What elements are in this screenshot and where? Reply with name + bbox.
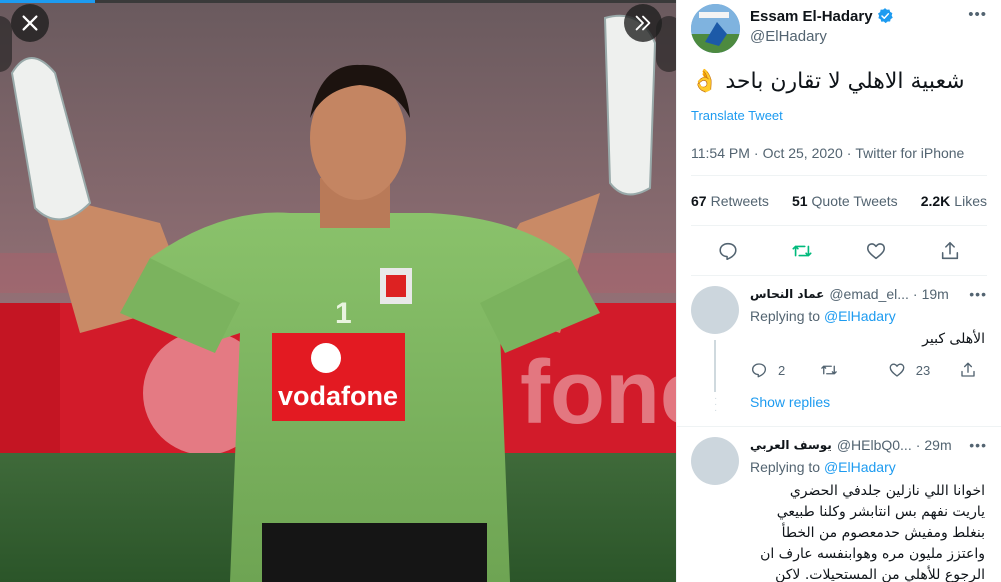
meta-separator: · — [753, 145, 759, 161]
close-icon — [22, 15, 38, 31]
share-button[interactable] — [939, 240, 961, 262]
tweet-time[interactable]: 11:54 PM — [691, 145, 750, 161]
reply-icon — [751, 363, 767, 378]
chevron-double-right-icon — [635, 15, 651, 31]
reply-header: عماد النحاس @emad_el... · 19m ••• — [750, 286, 987, 302]
retweet-button[interactable] — [791, 240, 813, 262]
reply-author-name[interactable]: يوسف العربي — [750, 438, 832, 452]
replying-to: Replying to @ElHadary — [750, 459, 987, 475]
reply-separator: · — [912, 286, 918, 302]
author-avatar[interactable] — [691, 4, 740, 53]
reply-body: عماد النحاس @emad_el... · 19m ••• Replyi… — [750, 286, 987, 380]
author-handle[interactable]: @ElHadary — [750, 28, 894, 45]
reply-avatar[interactable] — [691, 437, 739, 485]
meta-separator: · — [846, 145, 852, 161]
like-button[interactable] — [865, 240, 887, 262]
retweets-stat[interactable]: 67 Retweets — [691, 193, 769, 209]
reply-text-line: بنغلط ومفيش حدمعصوم من الخطأ — [781, 525, 985, 541]
tweet-panel: Essam El-Hadary @ElHadary ••• شعبية الاه… — [676, 0, 1001, 582]
tweet-actions — [691, 226, 987, 276]
author-name[interactable]: Essam El-Hadary — [750, 8, 873, 25]
reply-text-line: واعتزز مليون مره وهوابنفسه عارف ان — [760, 546, 985, 562]
tweet-detail: Essam El-Hadary @ElHadary ••• شعبية الاه… — [677, 0, 1001, 276]
reply-header: يوسف العربي @HElbQ0... · 29m ••• — [750, 437, 987, 453]
reply-author-handle[interactable]: @HElbQ0... — [837, 437, 912, 453]
reply-reply-count: 2 — [778, 362, 786, 378]
translate-tweet-link[interactable]: Translate Tweet — [691, 108, 783, 123]
tweet-text: شعبية الاهلي لا تقارن باحد 👌 — [691, 69, 965, 94]
author-name-line[interactable]: Essam El-Hadary — [750, 7, 894, 25]
reply-avatar[interactable] — [691, 286, 739, 334]
reply-more-button[interactable]: ••• — [969, 286, 987, 302]
quote-tweets-stat[interactable]: 51 Quote Tweets — [792, 193, 898, 209]
media-progress-fill — [0, 0, 95, 3]
tweet-source[interactable]: Twitter for iPhone — [855, 145, 964, 161]
replying-to-prefix: Replying to — [750, 459, 824, 475]
reply-like-button[interactable]: 23 — [888, 361, 959, 379]
tweet-author-row: Essam El-Hadary @ElHadary ••• — [691, 0, 987, 58]
share-icon — [961, 362, 975, 377]
close-button[interactable] — [11, 4, 49, 42]
author-names: Essam El-Hadary @ElHadary — [750, 4, 894, 45]
like-icon — [889, 363, 905, 377]
reply-author-name[interactable]: عماد النحاس — [750, 287, 824, 301]
reply-text: الأهلى كبير — [922, 331, 985, 347]
reply-time[interactable]: 29m — [924, 437, 951, 453]
reply-reply-button[interactable]: 2 — [750, 361, 820, 379]
reply-actions: 2 23 — [750, 360, 987, 380]
replying-to-prefix: Replying to — [750, 308, 824, 324]
reply-text-line: ياريت نفهم بس انتابشر وكلنا طبيعي — [776, 504, 985, 520]
quote-tweets-label: Quote Tweets — [811, 192, 898, 209]
reply-item[interactable]: عماد النحاس @emad_el... · 19m ••• Replyi… — [677, 276, 1001, 427]
likes-label: Likes — [954, 192, 987, 209]
verified-badge-icon — [877, 8, 893, 24]
tweet-stats: 67 Retweets 51 Quote Tweets 2.2K Likes — [691, 176, 987, 226]
reply-text-line: الرجوع للأهلي من المستحيلات. لاكن — [775, 567, 985, 582]
tweet-photo[interactable]: fone vodafone — [0, 3, 676, 582]
reply-more-button[interactable]: ••• — [969, 437, 987, 453]
replying-to-handle[interactable]: @ElHadary — [824, 308, 896, 324]
media-viewer: fone vodafone — [0, 0, 676, 582]
retweet-icon — [792, 245, 812, 256]
reply-retweet-button[interactable] — [820, 361, 887, 379]
reply-share-button[interactable] — [959, 361, 987, 379]
retweets-label: Retweets — [710, 192, 769, 209]
likes-count: 2.2K — [920, 192, 951, 209]
share-icon — [941, 241, 959, 259]
retweet-icon — [821, 365, 838, 375]
svg-text:1: 1 — [335, 297, 352, 330]
likes-stat[interactable]: 2.2K Likes — [921, 193, 987, 209]
expand-panel-button[interactable] — [624, 4, 662, 42]
reply-text: اخوانا اللي نازلين جلدفي الحضري ياريت نف… — [750, 481, 987, 582]
svg-text:vodafone: vodafone — [278, 381, 398, 411]
show-replies-link[interactable]: Show replies — [750, 394, 830, 410]
reply-icon — [719, 242, 737, 260]
quote-tweets-count: 51 — [791, 192, 808, 209]
reply-body: يوسف العربي @HElbQ0... · 29m ••• Replyin… — [750, 437, 987, 582]
svg-text:fone: fone — [520, 343, 676, 443]
reply-like-count: 23 — [915, 362, 931, 378]
media-progress-bar — [0, 0, 676, 3]
reply-time[interactable]: 19m — [922, 286, 949, 302]
tweet-meta: 11:54 PM · Oct 25, 2020 · Twitter for iPhone — [691, 145, 987, 176]
thread-dots: · · · — [714, 393, 718, 416]
like-icon — [866, 242, 886, 259]
tweet-more-button[interactable]: ••• — [968, 6, 987, 23]
reply-button[interactable] — [717, 240, 739, 262]
replying-to-handle[interactable]: @ElHadary — [824, 459, 896, 475]
replying-to: Replying to @ElHadary — [750, 308, 987, 324]
tweet-date[interactable]: Oct 25, 2020 — [763, 145, 843, 161]
reply-item[interactable]: يوسف العربي @HElbQ0... · 29m ••• Replyin… — [677, 427, 1001, 582]
reply-text-line: اخوانا اللي نازلين جلدفي الحضري — [789, 483, 985, 499]
thread-line — [714, 340, 716, 392]
retweets-count: 67 — [691, 192, 707, 209]
reply-author-handle[interactable]: @emad_el... — [829, 286, 909, 302]
reply-separator: · — [915, 437, 921, 453]
